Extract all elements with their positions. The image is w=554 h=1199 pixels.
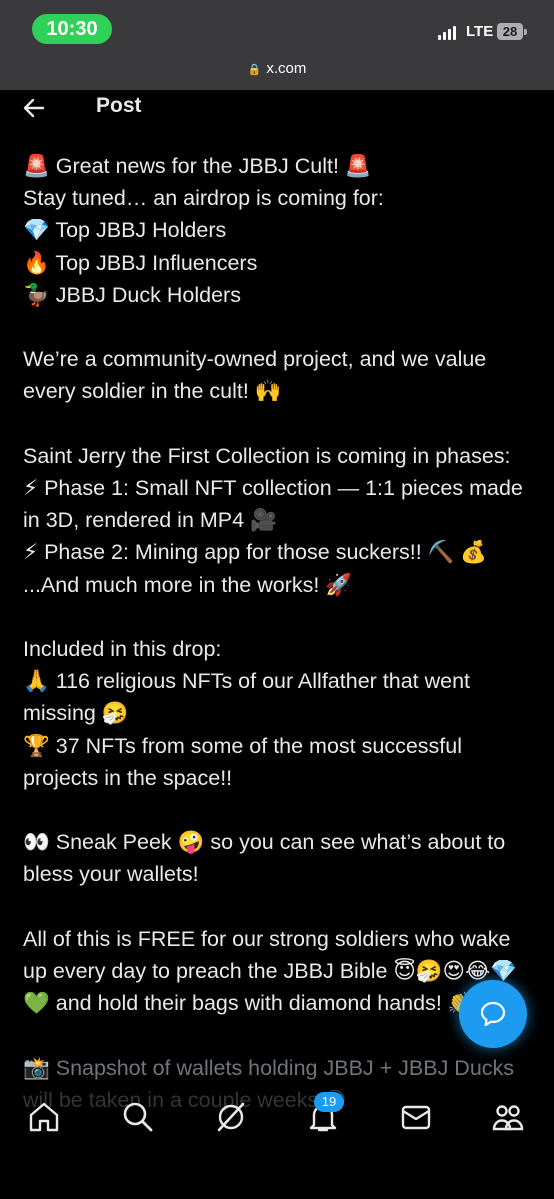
search-icon[interactable]: [120, 1099, 156, 1135]
status-bar: 10:30 LTE 28 🔒 x.com: [0, 0, 554, 90]
post-line: Included in this drop:: [23, 637, 222, 661]
page-title: Post: [96, 94, 142, 117]
post-line: ⚡ Phase 1: Small NFT collection — 1:1 pi…: [23, 476, 523, 533]
signal-icon: [438, 26, 458, 40]
grok-icon[interactable]: [213, 1099, 249, 1135]
network-label: LTE: [466, 23, 494, 40]
post-line: Stay tuned… an airdrop is coming for:: [23, 186, 384, 211]
post-line: 🔥 Top JBBJ Influencers: [23, 250, 258, 275]
communities-icon[interactable]: [490, 1099, 526, 1135]
back-button[interactable]: [22, 90, 52, 127]
compose-fab-button[interactable]: [459, 980, 527, 1048]
arrow-left-icon: [23, 98, 45, 118]
url-text: x.com: [266, 60, 307, 77]
post-body: 🚨 Great news for the JBBJ Cult! 🚨 Stay t…: [23, 150, 538, 1116]
post-line: 🙏 116 religious NFTs of our Allfather th…: [23, 669, 471, 726]
post-line: We’re a community-owned project, and we …: [23, 347, 487, 404]
post-line: 🏆 37 NFTs from some of the most successf…: [23, 733, 462, 790]
home-icon[interactable]: [26, 1099, 62, 1135]
lock-icon: 🔒: [247, 64, 262, 76]
post-line: 💎 Top JBBJ Holders: [23, 218, 227, 243]
post-line: 🦆 JBBJ Duck Holders: [23, 282, 241, 307]
chat-bubble-icon: [480, 1001, 506, 1027]
notification-badge: 19: [314, 1092, 344, 1112]
messages-icon[interactable]: [398, 1099, 434, 1135]
status-time: 10:30: [32, 14, 112, 44]
post-line: ⚡ Phase 2: Mining app for those suckers!…: [23, 540, 488, 565]
post-line: 🚨 Great news for the JBBJ Cult! 🚨: [23, 154, 372, 178]
post-line: Saint Jerry the First Collection is comi…: [23, 443, 511, 468]
battery-icon: 28: [497, 23, 523, 40]
address-bar[interactable]: 🔒 x.com: [0, 60, 554, 77]
bottom-navigation: [0, 1085, 554, 1150]
post-line: ...And much more in the works! 🚀: [23, 572, 353, 597]
post-header: Post: [0, 90, 554, 130]
battery-tip: [524, 29, 527, 35]
post-line: 👀 Sneak Peek 🤪 so you can see what’s abo…: [23, 830, 506, 887]
